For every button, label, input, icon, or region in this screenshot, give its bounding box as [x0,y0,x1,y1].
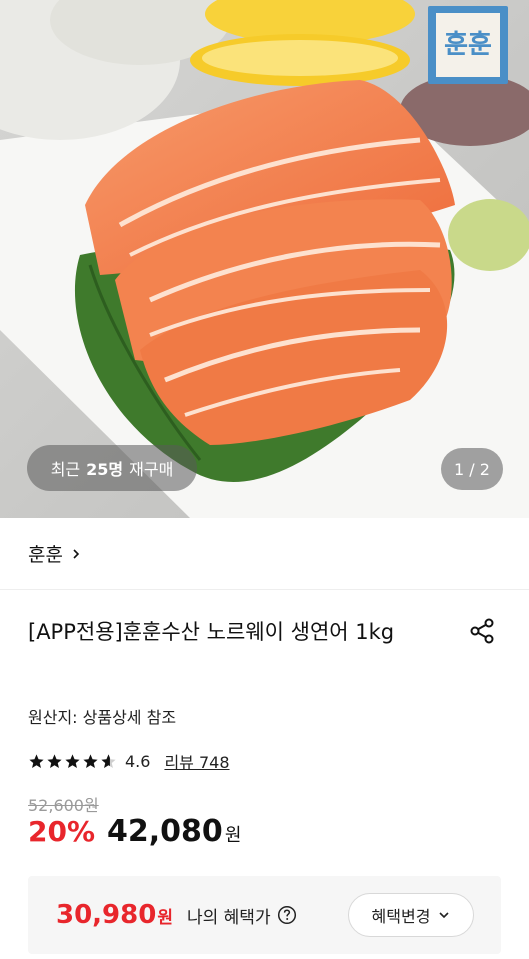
rating-row: 4.6 리뷰 748 [28,747,230,775]
review-count-link[interactable]: 리뷰 748 [164,749,229,773]
rebuy-suffix: 재구매 [129,460,174,479]
origin-info: 원산지: 상품상세 참조 [28,708,177,727]
benefit-price-box: 30,980 원 나의 혜택가 혜택변경 [28,876,501,954]
rebuy-badge: 최근 25명 재구매 [27,445,197,491]
store-name: 훈훈 [28,544,63,566]
star-icon [65,753,80,768]
rebuy-prefix: 최근 [50,460,81,479]
product-title: [APP전용]훈훈수산 노르웨이 생연어 1kg [28,620,395,644]
chevron-right-icon [73,548,80,559]
star-icon [47,753,62,768]
sale-price-currency: 원 [224,825,242,846]
star-rating [28,753,117,770]
original-price: 52,600원 [28,796,99,815]
price-row: 20% 42,080 원 [28,814,241,858]
benefit-price: 30,980 [56,900,157,930]
rebuy-count: 25명 [86,460,124,479]
chevron-down-icon [439,912,450,919]
benefit-label: 나의 혜택가 [186,907,271,928]
discount-rate: 20% [28,815,96,848]
benefit-price-currency: 원 [157,907,173,928]
rating-value: 4.6 [125,751,151,771]
star-icon [83,753,98,768]
brand-logo-text: 훈훈 [444,30,492,60]
sale-price: 42,080 [107,814,223,849]
change-benefit-label: 혜택변경 [371,907,431,926]
image-page-counter: 1 / 2 [441,448,503,490]
change-benefit-button[interactable]: 혜택변경 [348,893,474,937]
star-icon [29,753,44,768]
brand-logo: 훈훈 [428,6,508,84]
store-link[interactable]: 훈훈 [0,518,529,590]
product-image[interactable]: 훈훈 최근 25명 재구매 1 / 2 [0,0,529,518]
question-circle-icon[interactable] [277,905,297,925]
share-icon [470,618,494,644]
star-half-icon [101,753,116,768]
brand-logo-inner: 훈훈 [436,13,500,77]
share-button[interactable] [463,612,501,650]
